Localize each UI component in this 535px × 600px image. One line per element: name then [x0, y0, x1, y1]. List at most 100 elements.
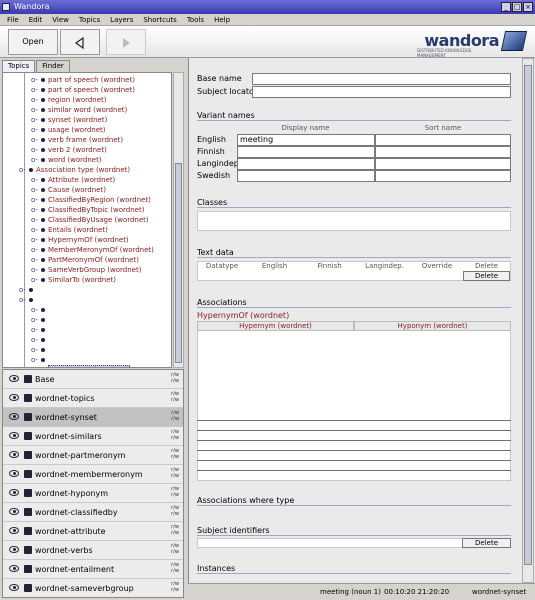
variant-english-display[interactable]: meeting	[237, 134, 375, 146]
tree-node[interactable]: o-	[31, 335, 48, 345]
tree-node[interactable]: o-similar word (wordnet)	[31, 105, 127, 115]
minimize-button[interactable]: _	[501, 2, 511, 12]
tree-node[interactable]: o-verb 2 (wordnet)	[31, 145, 107, 155]
tab-topics[interactable]: Topics	[2, 60, 36, 72]
eye-icon[interactable]	[9, 527, 19, 534]
lock-icon[interactable]	[24, 565, 32, 573]
variant-langindep-sort[interactable]	[375, 158, 511, 170]
tree-connector-icon[interactable]: o-	[31, 265, 41, 275]
tree-scroll-thumb[interactable]	[175, 163, 182, 363]
base-name-field[interactable]	[252, 73, 511, 85]
topic-panel-scroll-thumb[interactable]	[524, 65, 532, 565]
tree-connector-icon[interactable]: o-	[31, 155, 41, 165]
tree-connector-icon[interactable]: o-	[31, 225, 41, 235]
menu-tools[interactable]: Tools	[182, 14, 209, 25]
associations-table[interactable]	[197, 321, 511, 481]
tree-connector-icon[interactable]: o-	[19, 165, 29, 175]
tree-node[interactable]: o-synset (wordnet)	[31, 115, 107, 125]
lock-icon[interactable]	[24, 432, 32, 440]
tree-scrollbar[interactable]	[173, 72, 184, 368]
variant-finnish-display[interactable]	[237, 146, 375, 158]
tree-connector-icon[interactable]: o-	[19, 295, 29, 305]
tree-node[interactable]: o-part of speech (wordnet)	[31, 85, 135, 95]
tree-connector-icon[interactable]: o-	[31, 355, 41, 365]
tree-connector-icon[interactable]: o-	[31, 315, 41, 325]
text-data-delete-button[interactable]: Delete	[463, 271, 510, 281]
tree-connector-icon[interactable]: o-	[31, 135, 41, 145]
lock-icon[interactable]	[24, 413, 32, 421]
lock-icon[interactable]	[24, 527, 32, 535]
tree-node[interactable]: o- Cause (wordnet)	[31, 185, 106, 195]
tree-node[interactable]: o-part of speech (wordnet)	[31, 75, 135, 85]
tree-connector-icon[interactable]: o-	[31, 345, 41, 355]
assoc-col-hypernym[interactable]: Hypernym (wordnet)	[197, 321, 354, 331]
eye-icon[interactable]	[9, 470, 19, 477]
eye-icon[interactable]	[9, 584, 19, 591]
tree-connector-icon[interactable]: o-	[31, 235, 41, 245]
variant-langindep-display[interactable]	[237, 158, 375, 170]
subject-identifiers-delete-button[interactable]: Delete	[462, 538, 511, 548]
layer-rw-indicator[interactable]: r/w r/w	[171, 467, 179, 479]
eye-icon[interactable]	[9, 413, 19, 420]
tree-connector-icon[interactable]: o-	[31, 85, 41, 95]
eye-icon[interactable]	[9, 394, 19, 401]
menu-edit[interactable]: Edit	[24, 14, 48, 25]
layer-rw-indicator[interactable]: r/w r/w	[171, 372, 179, 384]
layer-row[interactable]: wordnet-hyponym r/w r/w	[3, 484, 183, 503]
tree-connector-icon[interactable]: o-	[31, 195, 41, 205]
layer-row[interactable]: wordnet-sameverbgroup r/w r/w	[3, 579, 183, 597]
tree-connector-icon[interactable]: o-	[31, 365, 41, 367]
lock-icon[interactable]	[24, 508, 32, 516]
variant-swedish-sort[interactable]	[375, 170, 511, 182]
layer-row[interactable]: wordnet-classifiedby r/w r/w	[3, 503, 183, 522]
tree-node[interactable]: o- ClassifiedByRegion (wordnet)	[31, 195, 151, 205]
tree-node[interactable]: o- MemberMeronymOf (wordnet)	[31, 245, 154, 255]
tree-node[interactable]: o-verb frame (wordnet)	[31, 135, 123, 145]
variant-swedish-display[interactable]	[237, 170, 375, 182]
tree-connector-icon[interactable]: o-	[31, 145, 41, 155]
tree-connector-icon[interactable]: o-	[31, 125, 41, 135]
tree-node[interactable]: o- ClassifiedByTopic (wordnet)	[31, 205, 144, 215]
layer-rw-indicator[interactable]: r/w r/w	[171, 448, 179, 460]
tree-connector-icon[interactable]: o-	[31, 325, 41, 335]
assoc-col-hyponym[interactable]: Hyponym (wordnet)	[354, 321, 511, 331]
layer-rw-indicator[interactable]: r/w r/w	[171, 429, 179, 441]
tree-node[interactable]: o- PartMeronymOf (wordnet)	[31, 255, 139, 265]
eye-icon[interactable]	[9, 546, 19, 553]
open-button[interactable]: Open	[8, 29, 58, 55]
topic-tree[interactable]: o-part of speech (wordnet) o-part of spee…	[2, 72, 172, 368]
tree-node[interactable]: o-	[19, 295, 36, 305]
menu-shortcuts[interactable]: Shortcuts	[138, 14, 181, 25]
layer-rw-indicator[interactable]: r/w r/w	[171, 543, 179, 555]
menu-help[interactable]: Help	[209, 14, 235, 25]
lock-icon[interactable]	[24, 375, 32, 383]
topic-panel-scrollbar[interactable]	[522, 58, 534, 583]
tree-connector-icon[interactable]: o-	[31, 245, 41, 255]
tree-node[interactable]: o- ClassifiedByUsage (wordnet)	[31, 215, 149, 225]
back-button[interactable]	[60, 29, 100, 55]
tree-connector-icon[interactable]: o-	[31, 175, 41, 185]
eye-icon[interactable]	[9, 451, 19, 458]
tree-node[interactable]: o- HypernymOf (wordnet)	[31, 235, 129, 245]
layer-row[interactable]: wordnet-verbs r/w r/w	[3, 541, 183, 560]
tree-node[interactable]: o-	[31, 305, 48, 315]
layer-rw-indicator[interactable]: r/w r/w	[171, 410, 179, 422]
layer-row[interactable]: wordnet-synset r/w r/w	[3, 408, 183, 427]
tree-node[interactable]: o-	[31, 345, 48, 355]
eye-icon[interactable]	[9, 508, 19, 515]
layer-rw-indicator[interactable]: r/w r/w	[171, 524, 179, 536]
association-type-link[interactable]: HypernymOf (wordnet)	[197, 311, 289, 320]
tree-node[interactable]: o-	[31, 315, 48, 325]
tree-node[interactable]: o-word (wordnet)	[31, 155, 102, 165]
classes-list[interactable]	[197, 211, 511, 231]
layer-rw-indicator[interactable]: r/w r/w	[171, 581, 179, 593]
variant-english-sort[interactable]	[375, 134, 511, 146]
eye-icon[interactable]	[9, 432, 19, 439]
tree-node[interactable]: o- Entails (wordnet)	[31, 225, 108, 235]
tree-node[interactable]: o-region (wordnet)	[31, 95, 107, 105]
eye-icon[interactable]	[9, 375, 19, 382]
tree-node[interactable]: o- SimilarTo (wordnet)	[31, 275, 116, 285]
menu-layers[interactable]: Layers	[105, 14, 138, 25]
tree-connector-icon[interactable]: o-	[31, 335, 41, 345]
tree-connector-icon[interactable]: o-	[31, 275, 41, 285]
